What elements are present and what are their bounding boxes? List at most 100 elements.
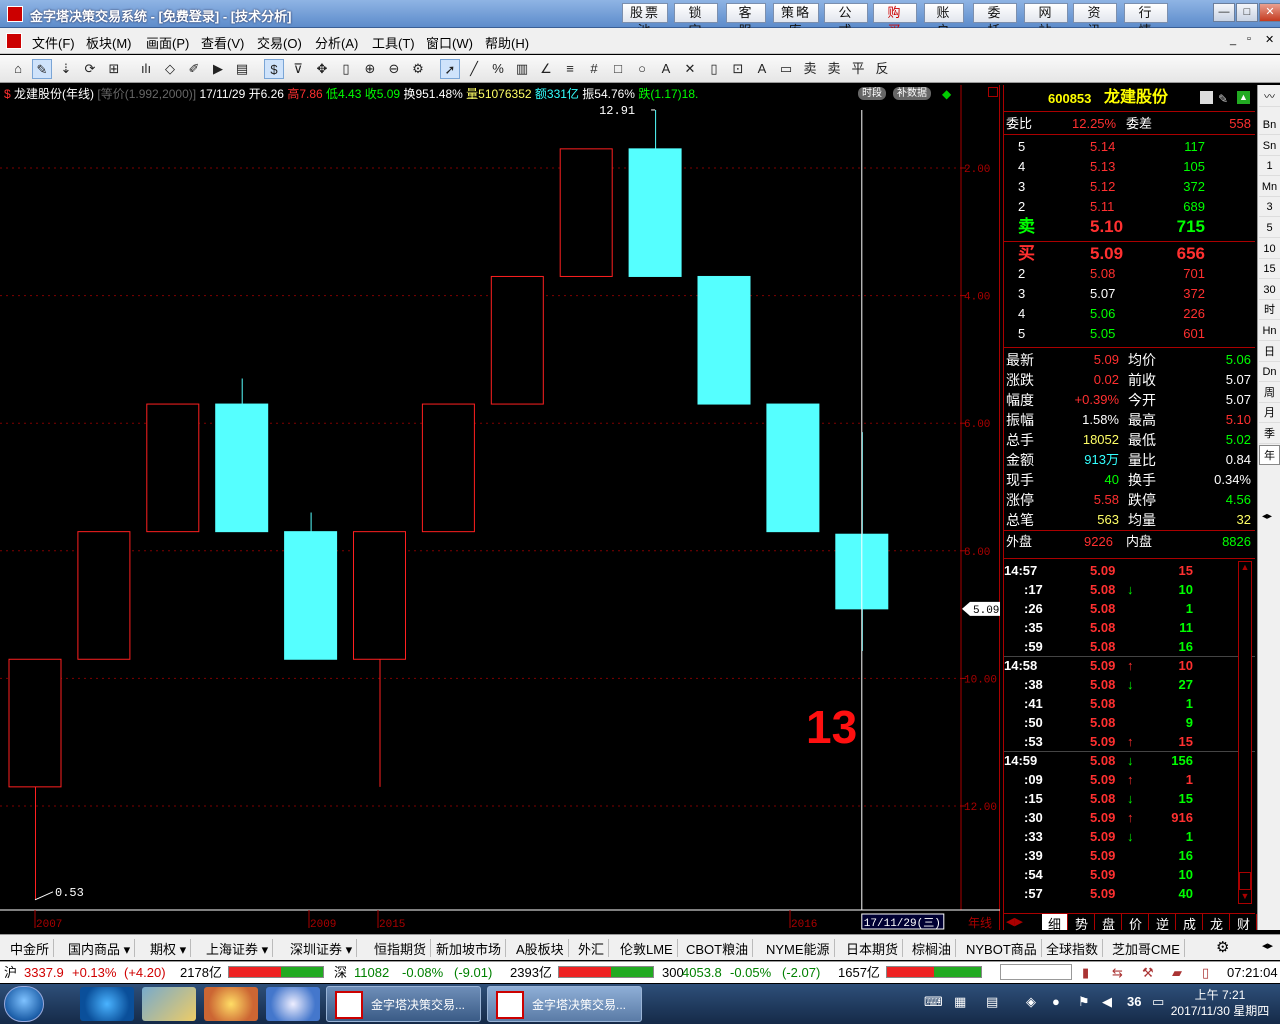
sell-mark2-icon[interactable]: 卖	[824, 59, 844, 79]
close-button[interactable]: ✕	[1259, 3, 1280, 22]
market-tab[interactable]: NYME能源	[762, 939, 835, 957]
tick-row[interactable]: :17 5.08 ↓ 10	[1004, 580, 1255, 599]
market-tab[interactable]: 全球指数	[1042, 939, 1104, 957]
top-button[interactable]: 账 户	[924, 3, 964, 38]
tick-row[interactable]: :41 5.08 1	[1004, 694, 1255, 713]
angle-icon[interactable]: ∠	[536, 59, 556, 79]
menu-item[interactable]: 板块(M)	[86, 33, 132, 52]
mdi-restore-icon[interactable]: ▫	[1247, 33, 1251, 45]
tick-row[interactable]: :50 5.08 9	[1004, 713, 1255, 732]
sell-level-row[interactable]: 4 5.13 105	[1004, 157, 1255, 177]
line-icon[interactable]: ╱	[464, 59, 484, 79]
volume-icon[interactable]: ◀	[1102, 994, 1112, 1010]
quote-tab[interactable]: 价	[1123, 914, 1149, 932]
photo-viewer-icon[interactable]	[142, 987, 196, 1021]
ie-browser-icon[interactable]	[80, 987, 134, 1021]
reverse-icon[interactable]: 反	[872, 59, 892, 79]
buy-level-row[interactable]: 4 5.06 226	[1004, 304, 1255, 324]
top-button[interactable]: 股票池	[622, 3, 668, 38]
sell-level-row[interactable]: 卖 5.10 715	[1004, 217, 1255, 237]
candle-body[interactable]	[215, 403, 269, 533]
period-tab[interactable]: 1	[1259, 156, 1280, 177]
menu-item[interactable]: 查看(V)	[201, 33, 244, 52]
tool-icon[interactable]: ⚒	[1142, 962, 1154, 983]
period-tab[interactable]: 周	[1259, 383, 1280, 403]
trash-icon[interactable]: ▯	[704, 59, 724, 79]
buy-level-row[interactable]: 3 5.07 372	[1004, 284, 1255, 304]
play-icon[interactable]: ▶	[208, 59, 228, 79]
refresh-icon[interactable]: ◆	[942, 87, 951, 101]
tick-row[interactable]: :38 5.08 ↓ 27	[1004, 675, 1255, 694]
candle-body[interactable]	[284, 531, 338, 660]
text-icon[interactable]: A	[656, 59, 676, 79]
tick-row[interactable]: :57 5.09 40	[1004, 884, 1255, 903]
top-button[interactable]: 购 买	[873, 3, 917, 38]
edit-icon[interactable]: ✐	[184, 59, 204, 79]
quote-tab[interactable]: 龙	[1204, 914, 1230, 932]
bar-chart-icon[interactable]: ılı	[136, 59, 156, 79]
tick-row[interactable]: :53 5.09 ↑ 15	[1004, 732, 1255, 751]
scroll-up-icon[interactable]: ▲	[1239, 562, 1251, 574]
candle-body[interactable]	[628, 148, 682, 277]
grid-icon[interactable]: ⊞	[104, 59, 124, 79]
candle-body[interactable]	[559, 148, 613, 277]
rectangle-icon[interactable]: □	[608, 59, 628, 79]
move-icon[interactable]: ✥	[312, 59, 332, 79]
zoom-in-icon[interactable]: ⊕	[360, 59, 380, 79]
db-icon[interactable]: ▮	[1082, 962, 1089, 983]
top-button[interactable]: 网 站	[1024, 3, 1068, 38]
filter-icon[interactable]: ⊽	[288, 59, 308, 79]
tick-row[interactable]: :54 5.09 10	[1004, 865, 1255, 884]
market-tab[interactable]: 芝加哥CME	[1108, 939, 1185, 957]
quote-tab[interactable]: 逆	[1150, 914, 1176, 932]
candle-body[interactable]	[146, 403, 200, 533]
candle-body[interactable]	[490, 275, 544, 405]
tick-row[interactable]: :35 5.08 11	[1004, 618, 1255, 637]
market-tab[interactable]: 恒指期货	[370, 939, 432, 957]
quote-tab[interactable]: 财	[1231, 914, 1257, 932]
bird-app-icon[interactable]	[266, 987, 320, 1021]
search-input[interactable]	[1000, 964, 1072, 980]
delete-icon[interactable]: ✕	[680, 59, 700, 79]
top-button[interactable]: 行 情	[1124, 3, 1168, 38]
market-tab[interactable]: 伦敦LME	[616, 939, 678, 957]
period-tab[interactable]: 季	[1259, 424, 1280, 444]
fill-data-button[interactable]: 补数据	[893, 87, 931, 100]
shield-icon[interactable]: ◈	[1026, 994, 1036, 1010]
doc-icon[interactable]: ▯	[1202, 962, 1209, 983]
fibonacci-icon[interactable]: ▥	[512, 59, 532, 79]
period-tab[interactable]: Sn	[1259, 136, 1280, 156]
tray-arrow-icon[interactable]: ▭	[1152, 994, 1164, 1010]
candle-body[interactable]	[353, 531, 406, 660]
zoom-out-icon[interactable]: ⊖	[384, 59, 404, 79]
sell-mark-icon[interactable]: 卖	[800, 59, 820, 79]
lock-icon[interactable]: ⊡	[728, 59, 748, 79]
refresh-icon[interactable]: ⟳	[80, 59, 100, 79]
network-icon[interactable]: ▦	[954, 994, 966, 1010]
taskbar-clock[interactable]: 上午 7:21 2017/11/30 星期四	[1170, 987, 1270, 1019]
market-tab[interactable]: NYBOT商品	[962, 939, 1042, 957]
market-tab[interactable]: A股板块	[512, 939, 569, 957]
paint-icon[interactable]	[204, 987, 258, 1021]
close-position-icon[interactable]: 平	[848, 59, 868, 79]
mdi-minimize-icon[interactable]: _	[1230, 34, 1236, 46]
buy-level-row[interactable]: 2 5.08 701	[1004, 264, 1255, 284]
menu-item[interactable]: 文件(F)	[32, 33, 75, 52]
sell-level-row[interactable]: 5 5.14 117	[1004, 137, 1255, 157]
maximize-button[interactable]: □	[1236, 3, 1258, 22]
quote-tab[interactable]: 盘	[1096, 914, 1122, 932]
candle-body[interactable]	[766, 403, 820, 533]
tick-row[interactable]: :59 5.08 16	[1004, 637, 1255, 656]
circle-icon[interactable]: ○	[632, 59, 652, 79]
menu-item[interactable]: 帮助(H)	[485, 33, 529, 52]
dollar-icon[interactable]: $	[264, 59, 284, 79]
list-icon[interactable]: ▤	[232, 59, 252, 79]
tick-row[interactable]: 14:58 5.09 ↑ 10	[1004, 656, 1255, 675]
security-icon[interactable]: ●	[1052, 994, 1060, 1009]
period-tab[interactable]: 月	[1259, 403, 1280, 424]
parallel-icon[interactable]: ≡	[560, 59, 580, 79]
market-tab[interactable]: 国内商品 ▾	[64, 939, 136, 957]
minimize-button[interactable]: —	[1213, 3, 1235, 22]
period-tab[interactable]: 日	[1259, 342, 1280, 362]
top-button[interactable]: 委 托	[973, 3, 1017, 38]
